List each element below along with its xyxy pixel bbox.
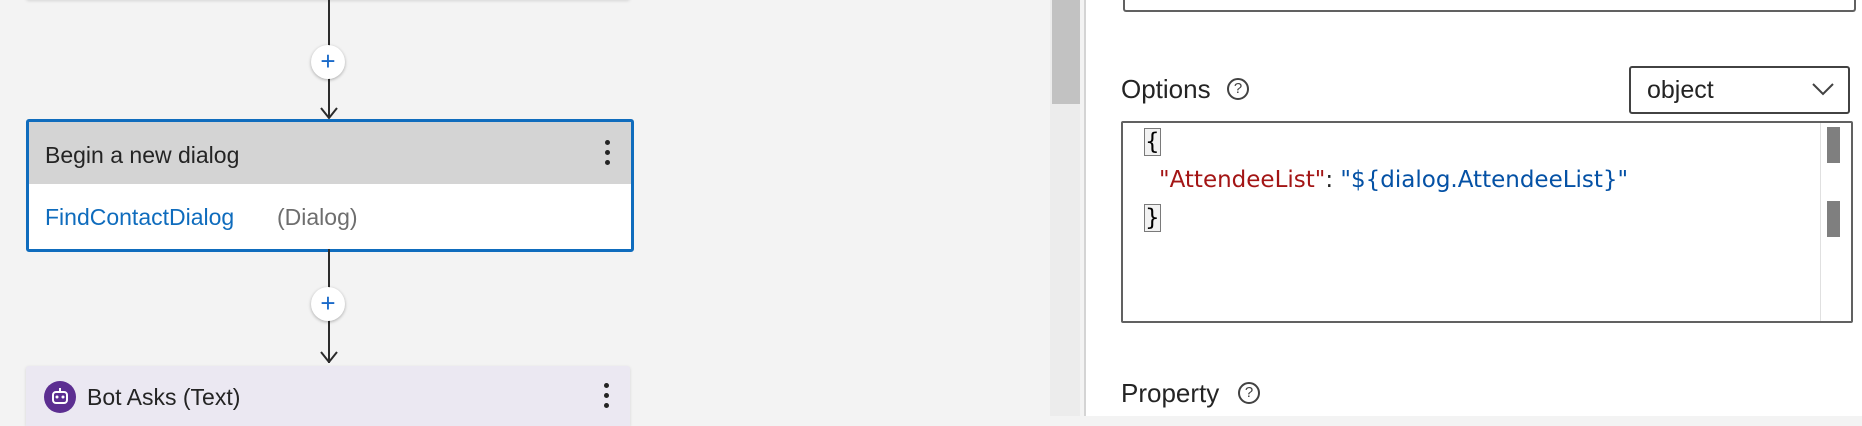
more-vertical-icon[interactable]: [599, 136, 615, 170]
editor-scrollbar[interactable]: [1820, 123, 1851, 321]
bot-icon: [44, 381, 76, 413]
options-label: Options: [1121, 74, 1211, 104]
chevron-down-icon: [1812, 83, 1834, 96]
help-circle-icon[interactable]: ?: [1238, 382, 1260, 404]
property-label: Property: [1121, 378, 1220, 408]
action-card-title: Bot Asks (Text): [87, 384, 241, 410]
dialog-link[interactable]: FindContactDialog: [45, 204, 234, 231]
arrow-down-icon: [320, 107, 338, 119]
options-type-select[interactable]: object: [1629, 66, 1850, 114]
begin-dialog-action-card[interactable]: Begin a new dialog FindContactDialog (Di…: [26, 119, 634, 252]
arrow-down-icon: [320, 351, 338, 363]
properties-panel: Options ? object { "AttendeeList": "${di…: [1086, 0, 1862, 416]
flow-canvas: + Begin a new dialog FindContactDialog (…: [0, 0, 1050, 426]
json-open-brace: {: [1144, 128, 1161, 156]
editor-scroll-marker: [1827, 127, 1840, 163]
type-select-value: object: [1647, 76, 1714, 104]
add-action-button[interactable]: +: [311, 287, 345, 321]
more-vertical-icon[interactable]: [598, 379, 614, 413]
text-input-field[interactable]: [1123, 0, 1856, 12]
help-circle-icon[interactable]: ?: [1227, 78, 1249, 100]
action-card-body: FindContactDialog (Dialog): [29, 184, 631, 246]
json-line: "AttendeeList": "${dialog.AttendeeList}": [1159, 167, 1628, 193]
editor-scroll-marker: [1827, 201, 1840, 237]
json-value: "${dialog.AttendeeList}": [1340, 167, 1629, 193]
dialog-type-label: (Dialog): [277, 204, 358, 230]
json-key: "AttendeeList": [1159, 167, 1326, 193]
bot-asks-action-card[interactable]: Bot Asks (Text): [26, 366, 630, 426]
action-card-header: Begin a new dialog: [29, 122, 631, 184]
action-card-title: Begin a new dialog: [45, 142, 240, 168]
options-json-editor[interactable]: { "AttendeeList": "${dialog.AttendeeList…: [1121, 121, 1853, 323]
add-action-button[interactable]: +: [311, 45, 345, 79]
canvas-scrollbar-thumb[interactable]: [1052, 0, 1080, 104]
json-colon: :: [1325, 167, 1341, 193]
json-close-brace: }: [1144, 204, 1161, 232]
